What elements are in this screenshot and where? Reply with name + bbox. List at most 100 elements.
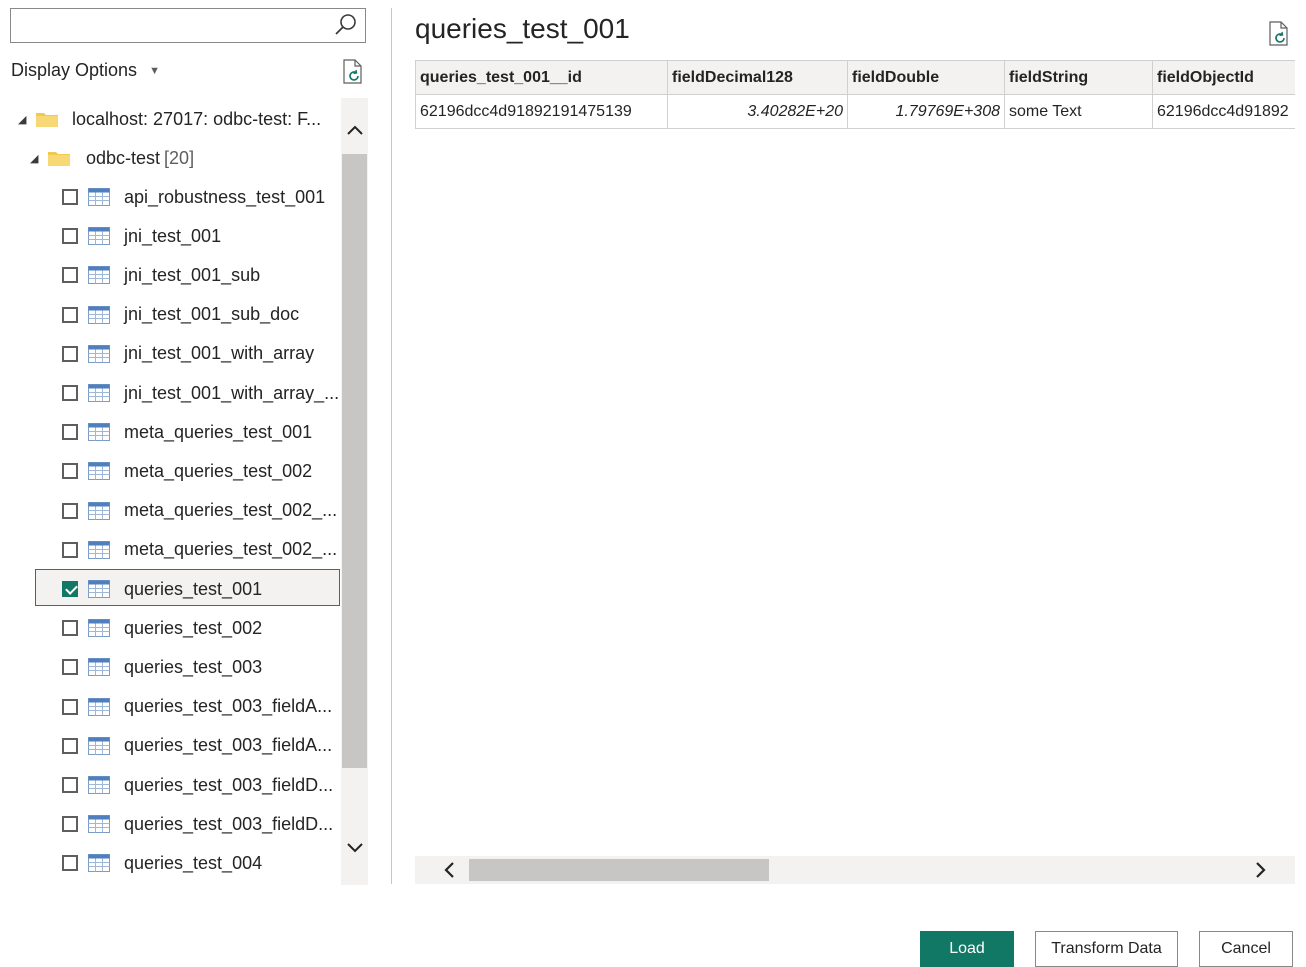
table-header-row: queries_test_001__id fieldDecimal128 fie… <box>415 60 1295 95</box>
table-item-label: queries_test_001 <box>124 578 263 599</box>
chevron-down-icon: ▼ <box>149 64 160 77</box>
tree-item-table[interactable]: jni_test_001 <box>62 217 368 255</box>
table-item-label: queries_test_003_fieldA... <box>124 735 333 756</box>
table-checkbox[interactable] <box>62 541 78 558</box>
tree-item-table[interactable]: meta_queries_test_002_... <box>62 492 368 530</box>
table-icon <box>88 658 110 677</box>
navigator-search-box[interactable] <box>10 8 366 43</box>
column-header: fieldString <box>1004 60 1153 95</box>
tree-item-table[interactable]: queries_test_002 <box>62 609 368 647</box>
table-item-label: meta_queries_test_002_... <box>124 539 338 560</box>
table-item-label: jni_test_001_with_array_... <box>124 382 340 403</box>
table-checkbox[interactable] <box>62 345 78 362</box>
tree-item-table[interactable]: queries_test_003_fieldD... <box>62 805 368 843</box>
tree-item-table[interactable]: jni_test_001_sub_doc <box>62 296 368 334</box>
table-item-label: api_robustness_test_001 <box>124 186 326 207</box>
table-icon <box>88 815 110 834</box>
preview-title: queries_test_001 <box>415 13 630 44</box>
table-icon <box>88 344 110 363</box>
table-icon <box>88 619 110 638</box>
tree-item-table[interactable]: meta_queries_test_001 <box>62 413 368 451</box>
table-cell: some Text <box>1004 94 1153 129</box>
refresh-document-icon[interactable] <box>341 59 365 85</box>
preview-grid: queries_test_001__id fieldDecimal128 fie… <box>415 60 1295 130</box>
table-item-label: queries_test_004 <box>124 852 263 873</box>
table-row: 62196dcc4d91892191475139 3.40282E+20 1.7… <box>415 94 1295 129</box>
table-checkbox[interactable] <box>62 777 78 793</box>
table-icon <box>88 540 110 559</box>
table-item-label: meta_queries_test_001 <box>124 421 313 442</box>
table-icon <box>88 188 110 206</box>
tree-node-server[interactable]: ◢ localhost: 27017: odbc-test: F... <box>18 100 348 138</box>
table-icon <box>88 580 110 598</box>
display-options-dropdown[interactable]: Display Options ▼ <box>11 60 160 81</box>
display-options-label: Display Options <box>11 60 138 80</box>
table-checkbox[interactable] <box>62 463 78 480</box>
refresh-document-icon[interactable] <box>1267 21 1291 47</box>
folder-icon <box>48 152 70 166</box>
table-icon <box>88 736 110 755</box>
table-checkbox[interactable] <box>62 816 78 833</box>
scroll-down-arrow-icon[interactable] <box>341 828 368 868</box>
table-checkbox[interactable] <box>62 855 78 872</box>
table-item-label: jni_test_001_with_array <box>124 343 315 364</box>
table-checkbox[interactable] <box>62 698 78 715</box>
table-icon <box>88 266 110 285</box>
table-cell: 62196dcc4d91892 <box>1152 94 1295 129</box>
cancel-button[interactable]: Cancel <box>1199 931 1293 967</box>
tree-node-database[interactable]: ◢ odbc-test [20] <box>30 139 360 177</box>
table-checkbox[interactable] <box>62 385 78 401</box>
preview-horizontal-scrollbar[interactable] <box>415 856 1295 884</box>
scroll-left-arrow-icon[interactable] <box>429 856 469 884</box>
scroll-up-arrow-icon[interactable] <box>341 110 368 150</box>
tree-item-table[interactable]: queries_test_004 <box>62 844 368 882</box>
table-checkbox[interactable] <box>62 502 78 519</box>
table-item-label: jni_test_001_sub <box>124 264 261 285</box>
load-button[interactable]: Load <box>920 931 1014 967</box>
table-checkbox[interactable] <box>62 424 78 441</box>
table-item-label: meta_queries_test_002 <box>124 460 313 481</box>
table-icon <box>88 423 110 442</box>
tree-item-table[interactable]: queries_test_001 <box>62 570 368 608</box>
table-item-label: queries_test_003 <box>124 656 263 677</box>
tree-item-table[interactable]: queries_test_003 <box>62 648 368 686</box>
tree-item-table[interactable]: queries_test_003_fieldA... <box>62 688 368 726</box>
table-checkbox[interactable] <box>62 659 78 676</box>
table-checkbox[interactable] <box>62 737 78 754</box>
tree-item-table[interactable]: jni_test_001_sub <box>62 256 368 294</box>
table-icon <box>88 462 110 481</box>
table-item-label: meta_queries_test_002_... <box>124 500 338 521</box>
table-item-label: jni_test_001_sub_doc <box>124 304 300 325</box>
table-checkbox[interactable] <box>62 267 78 284</box>
table-checkbox[interactable] <box>62 228 78 245</box>
table-icon <box>88 776 110 794</box>
folder-icon <box>36 113 58 127</box>
column-header: fieldDouble <box>847 60 1005 95</box>
navigator-vertical-scrollbar[interactable] <box>341 98 368 885</box>
expand-triangle-icon[interactable]: ◢ <box>18 113 32 126</box>
column-header: queries_test_001__id <box>415 60 668 95</box>
search-icon[interactable] <box>333 12 359 38</box>
table-checkbox[interactable] <box>62 189 78 205</box>
table-icon <box>88 854 110 873</box>
scroll-right-arrow-icon[interactable] <box>1241 856 1281 884</box>
table-item-label: queries_test_003_fieldD... <box>124 774 334 795</box>
tree-item-table[interactable]: api_robustness_test_001 <box>62 178 368 216</box>
scrollbar-thumb[interactable] <box>469 859 769 881</box>
expand-triangle-icon[interactable]: ◢ <box>30 152 44 165</box>
tree-item-table[interactable]: jni_test_001_with_array_... <box>62 374 368 412</box>
table-checkbox[interactable] <box>62 620 78 637</box>
table-checkbox[interactable] <box>62 581 78 597</box>
transform-data-button[interactable]: Transform Data <box>1035 931 1178 967</box>
table-cell: 62196dcc4d91892191475139 <box>415 94 668 129</box>
tree-item-table[interactable]: meta_queries_test_002_... <box>62 531 368 569</box>
search-input[interactable] <box>17 9 321 42</box>
tree-item-table[interactable]: jni_test_001_with_array <box>62 335 368 373</box>
scrollbar-thumb[interactable] <box>342 154 367 768</box>
table-icon <box>88 384 110 402</box>
table-cell: 3.40282E+20 <box>667 94 848 129</box>
tree-item-table[interactable]: queries_test_003_fieldA... <box>62 727 368 765</box>
tree-item-table[interactable]: meta_queries_test_002 <box>62 452 368 490</box>
tree-item-table[interactable]: queries_test_003_fieldD... <box>62 766 368 804</box>
table-checkbox[interactable] <box>62 306 78 323</box>
